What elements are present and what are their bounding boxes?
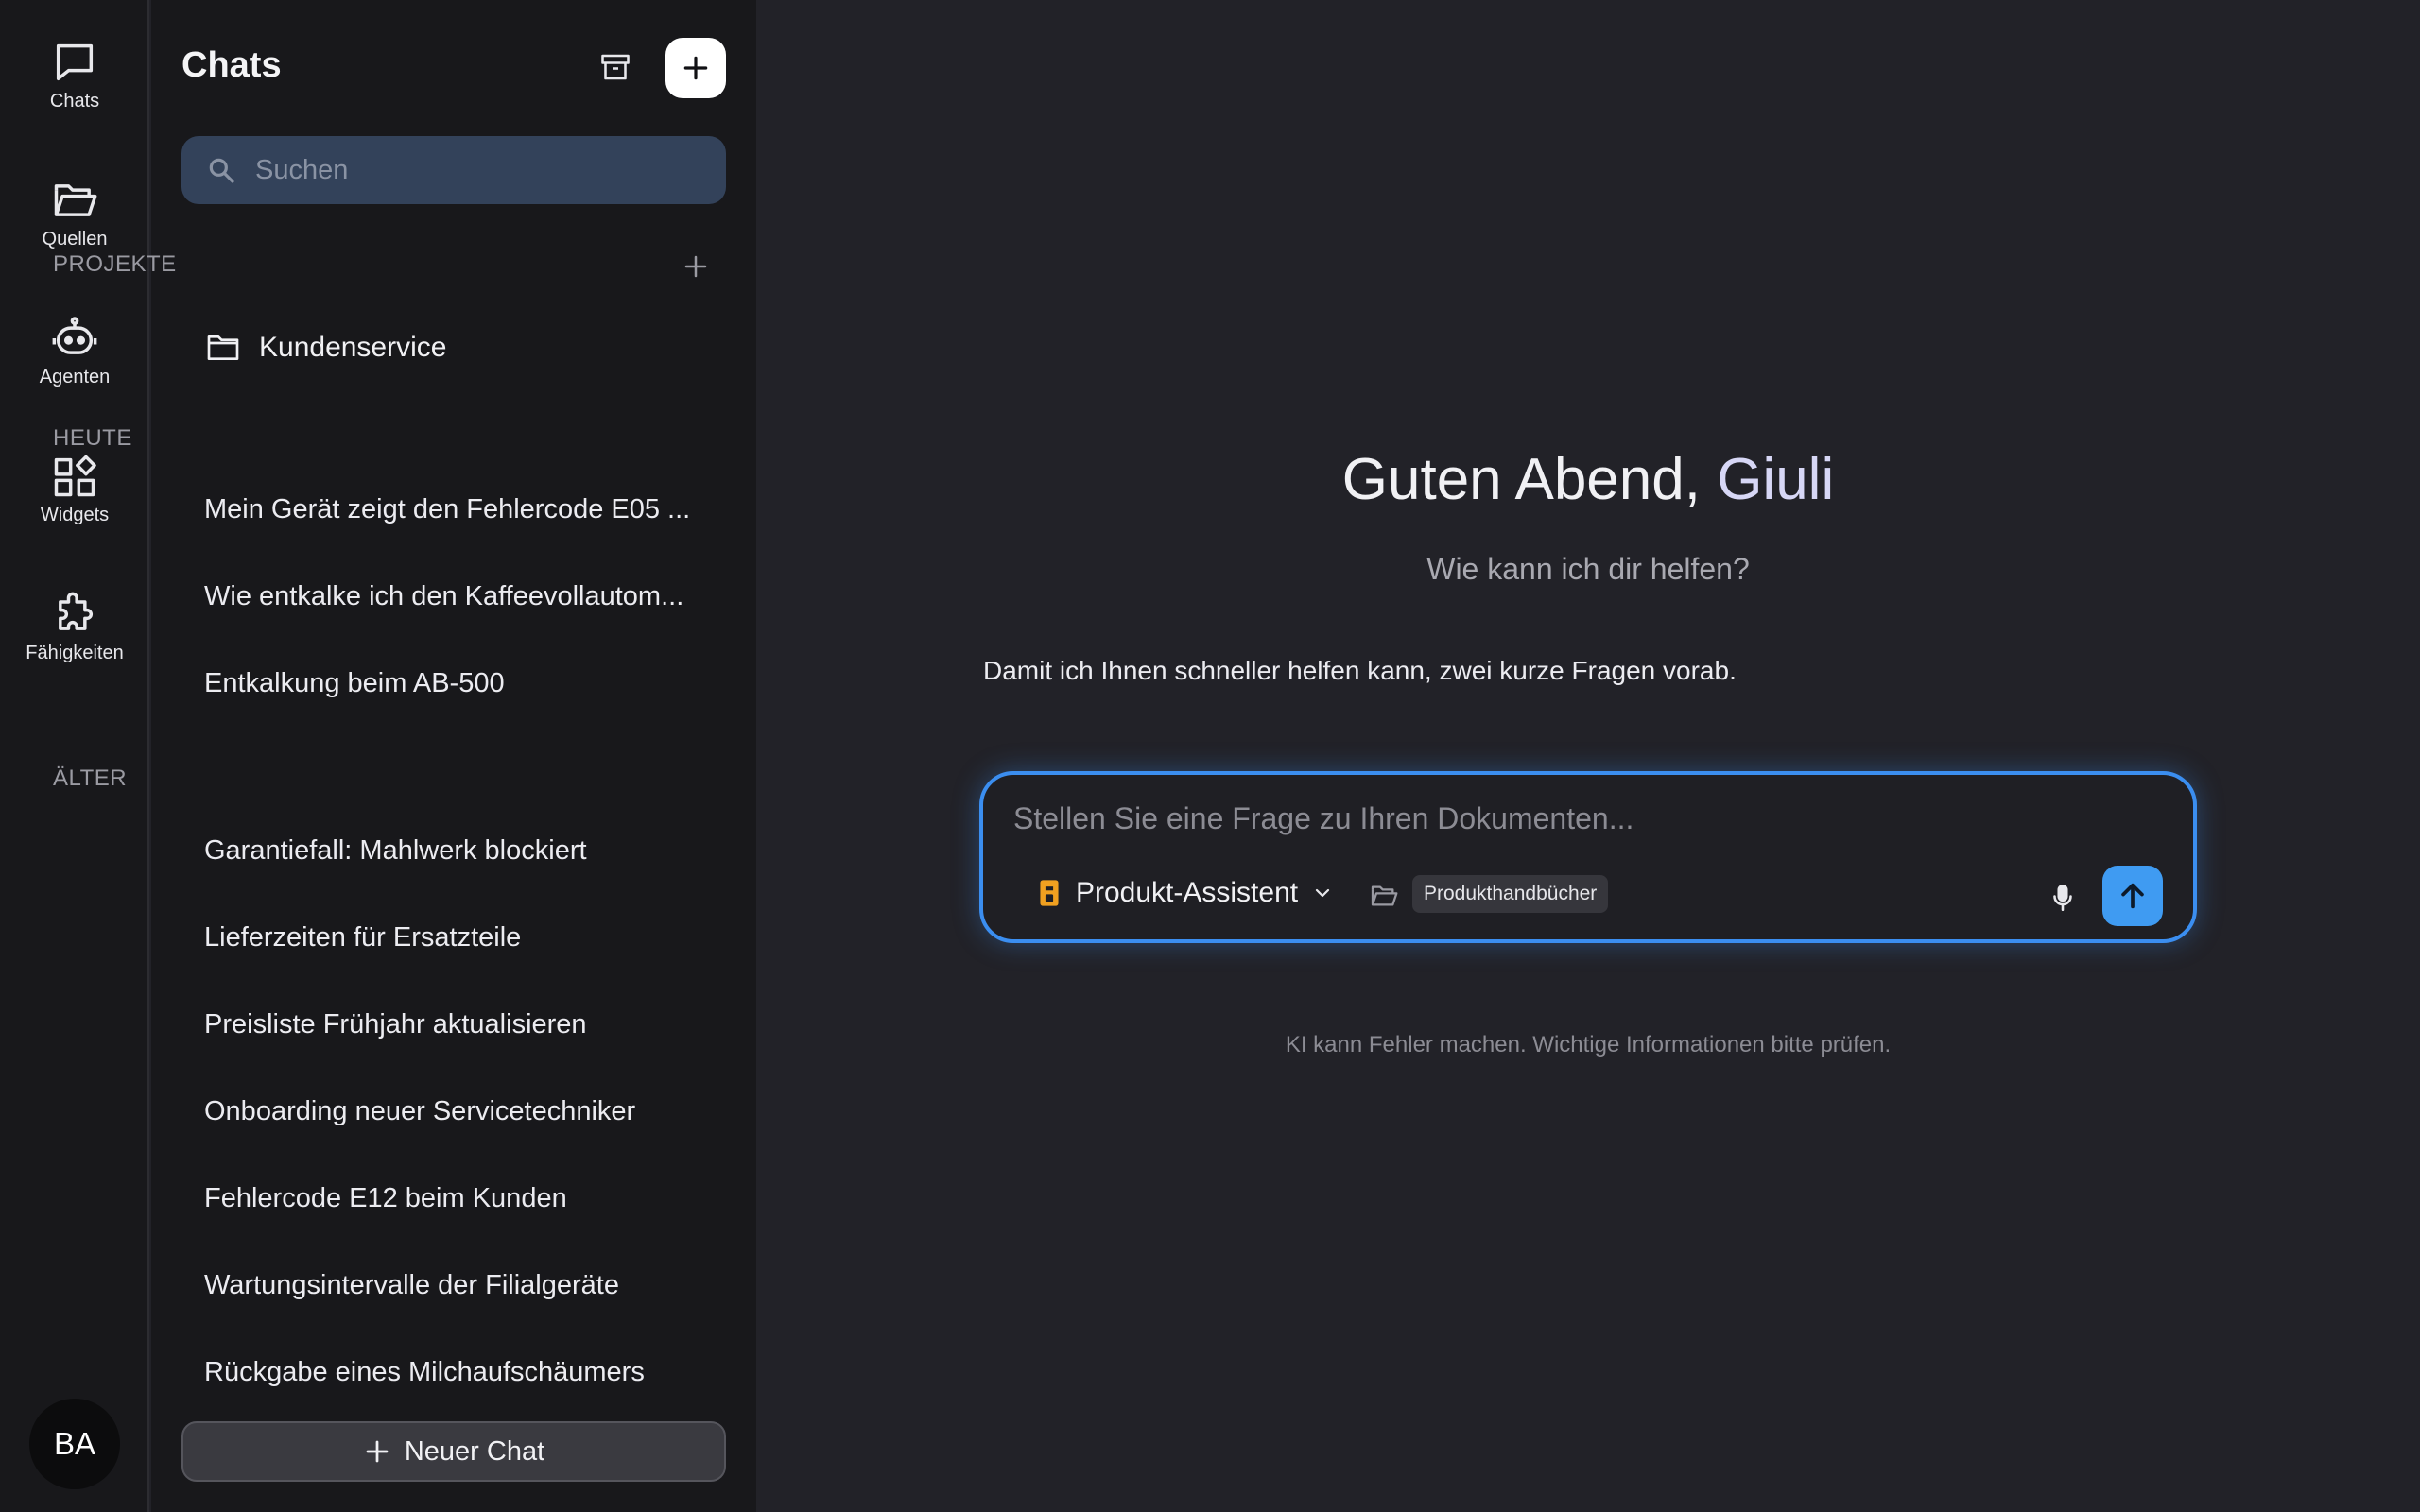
message-input[interactable] xyxy=(1013,801,2129,836)
ai-disclaimer: KI kann Fehler machen. Wichtige Informat… xyxy=(1285,1032,1892,1057)
rail-label-sources: Quellen xyxy=(42,229,108,249)
microphone-icon xyxy=(2053,884,2072,912)
puzzle-icon xyxy=(59,592,94,630)
agent-selector-label: Produkt-Assistent xyxy=(1076,877,1299,908)
new-chat-button[interactable]: Neuer Chat xyxy=(182,1421,726,1482)
chat-item[interactable]: Wartungsintervalle der Filialgeräte xyxy=(204,1270,715,1301)
archive-button[interactable] xyxy=(596,47,635,87)
user-avatar[interactable]: BA xyxy=(29,1399,120,1489)
rail-item-chats[interactable]: Chats xyxy=(0,38,149,142)
assistant-intro-message: Damit ich Ihnen schneller helfen kann, z… xyxy=(983,656,1737,685)
add-project-button[interactable] xyxy=(677,248,715,285)
greeting-name: Giuli xyxy=(1717,447,1835,512)
message-composer: Produkt-Assistent Produkthandbücher xyxy=(979,771,2197,943)
folder-open-icon xyxy=(54,184,97,216)
greeting-prefix: Guten Abend, xyxy=(1341,447,1718,512)
rail-label-skills: Fähigkeiten xyxy=(26,643,124,663)
rail-item-skills[interactable]: Fähigkeiten xyxy=(0,590,149,694)
search-icon xyxy=(209,158,234,183)
chat-item[interactable]: Garantiefall: Mahlwerk blockiert xyxy=(204,835,715,867)
today-section-label: HEUTE xyxy=(53,425,132,451)
search-input[interactable] xyxy=(255,154,709,186)
project-item-kundenservice[interactable]: Kundenservice xyxy=(204,329,446,367)
greeting: Guten Abend, Giuli xyxy=(756,446,2420,513)
folder-open-icon xyxy=(1371,885,1398,906)
plus-icon xyxy=(683,56,708,80)
folder-icon xyxy=(207,335,239,360)
plus-icon xyxy=(684,255,707,278)
agent-selector[interactable]: Produkt-Assistent xyxy=(1036,877,1334,909)
panel-title: Chats xyxy=(182,45,282,85)
rail-item-widgets[interactable]: Widgets xyxy=(0,452,149,556)
chat-item[interactable]: Onboarding neuer Servicetechniker xyxy=(204,1096,715,1127)
chat-item[interactable]: Rückgabe eines Milchaufschäumers xyxy=(204,1357,715,1388)
chat-item[interactable]: Fehlercode E12 beim Kunden xyxy=(204,1183,715,1214)
archive-icon xyxy=(601,54,630,80)
rail-label-agents: Agenten xyxy=(39,367,111,387)
greeting-subtitle: Wie kann ich dir helfen? xyxy=(1426,552,1750,586)
chevron-down-icon xyxy=(1315,888,1330,898)
plus-icon xyxy=(366,1440,389,1463)
source-chip[interactable]: Produkthandbücher xyxy=(1412,875,1609,913)
new-chat-label: Neuer Chat xyxy=(404,1435,545,1467)
chat-item[interactable]: Lieferzeiten für Ersatzteile xyxy=(204,922,715,954)
older-section-label: ÄLTER xyxy=(53,765,128,791)
rail-label-chats: Chats xyxy=(49,91,100,112)
microphone-button[interactable] xyxy=(2044,879,2082,917)
coffee-machine-icon xyxy=(1040,880,1059,906)
chat-item[interactable]: Mein Gerät zeigt den Fehlercode E05 ... xyxy=(204,494,715,525)
projects-section-label: PROJEKTE xyxy=(53,251,177,277)
rail-label-widgets: Widgets xyxy=(40,505,110,525)
send-button[interactable] xyxy=(2102,866,2163,926)
robot-icon xyxy=(52,317,97,354)
chat-item[interactable]: Preisliste Frühjahr aktualisieren xyxy=(204,1009,715,1040)
search-box[interactable] xyxy=(182,136,726,204)
chat-item[interactable]: Wie entkalke ich den Kaffeevollautom... xyxy=(204,581,715,612)
chat-item[interactable]: Entkalkung beim AB-500 xyxy=(204,668,715,699)
new-chat-icon-button[interactable] xyxy=(666,38,726,98)
project-label: Kundenservice xyxy=(259,332,447,363)
arrow-up-icon xyxy=(2121,883,2144,909)
app-rail: Chats Quellen Agenten Widgets Fähigkeite… xyxy=(0,0,149,1512)
rail-item-agents[interactable]: Agenten xyxy=(0,314,149,418)
widgets-icon xyxy=(54,455,96,497)
chat-bubble-icon xyxy=(56,43,94,81)
